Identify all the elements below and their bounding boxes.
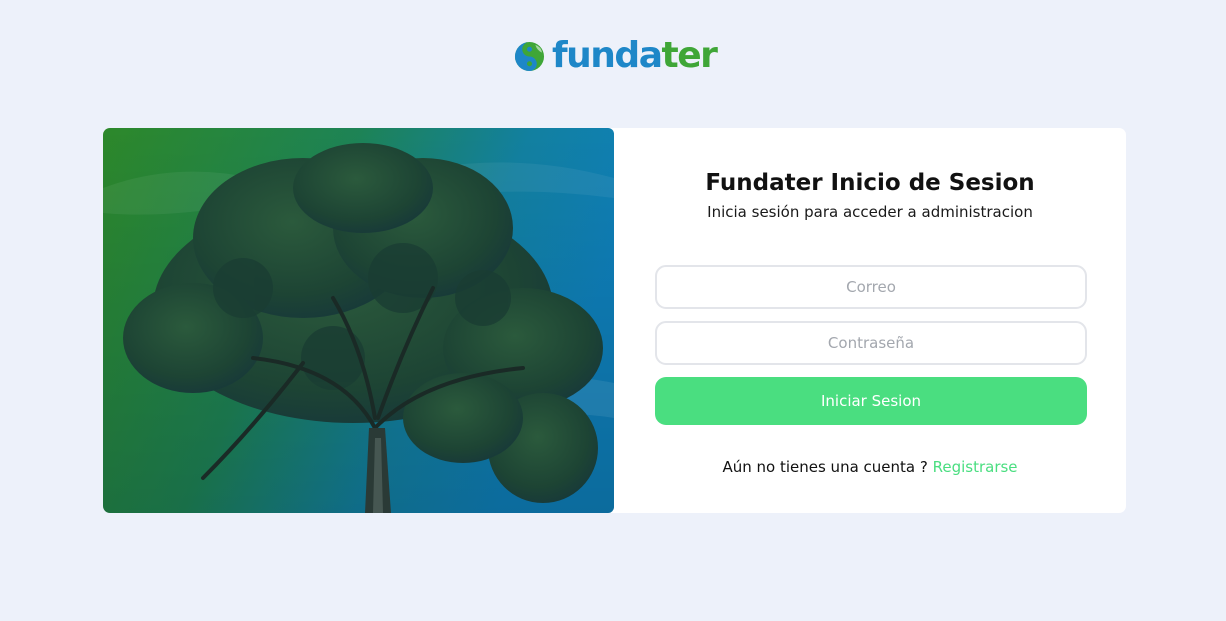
yin-yang-leaf-icon xyxy=(514,41,545,71)
register-prompt: Aún no tienes una cuenta ? Registrarse xyxy=(614,458,1126,476)
register-link[interactable]: Registrarse xyxy=(933,458,1018,476)
register-prompt-text: Aún no tienes una cuenta ? xyxy=(722,458,933,476)
page-subtitle: Inicia sesión para acceder a administrac… xyxy=(707,203,1033,221)
login-button[interactable]: Iniciar Sesion xyxy=(655,377,1087,425)
brand-name: fundater xyxy=(552,35,718,76)
email-input[interactable] xyxy=(655,265,1087,309)
login-card: Fundater Inicio de Sesion Inicia sesión … xyxy=(103,128,1126,513)
password-input[interactable] xyxy=(655,321,1087,365)
tree-hero-image xyxy=(103,128,614,513)
page-title: Fundater Inicio de Sesion xyxy=(705,170,1035,196)
login-form: Fundater Inicio de Sesion Inicia sesión … xyxy=(614,128,1126,513)
brand-logo[interactable]: fundater xyxy=(514,35,718,76)
